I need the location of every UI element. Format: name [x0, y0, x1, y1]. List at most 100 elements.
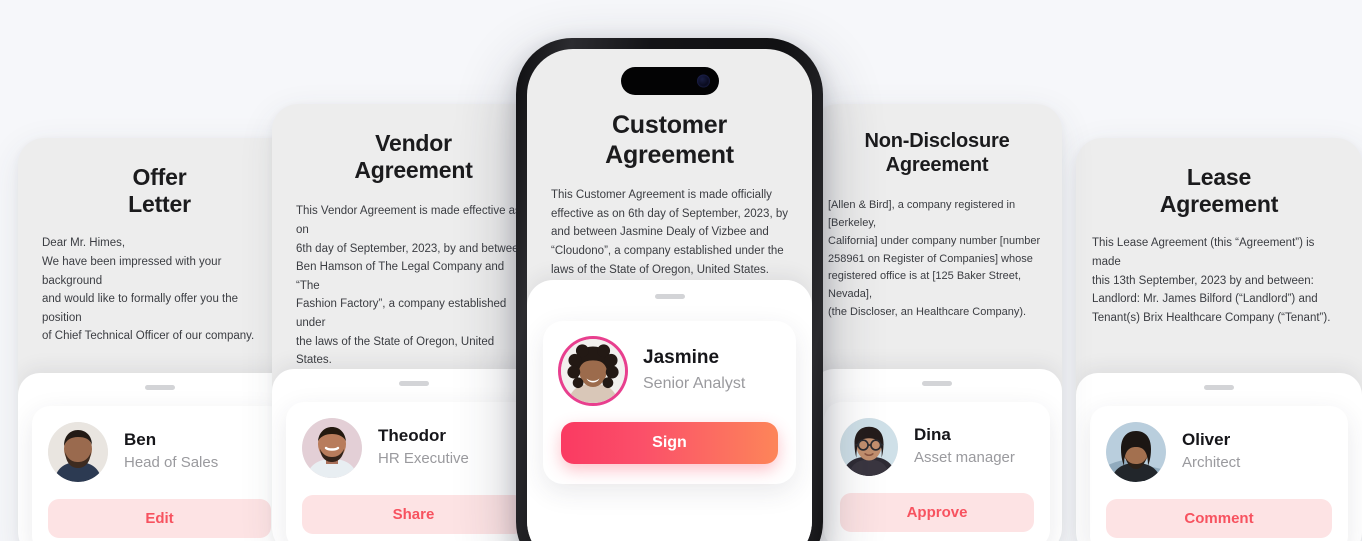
signer-info: Dina Asset manager	[914, 424, 1015, 468]
document-card-vendor-agreement[interactable]: Vendor Agreement This Vendor Agreement i…	[272, 104, 555, 541]
avatar	[48, 422, 108, 482]
avatar	[840, 418, 898, 476]
document-body-line: this 13th September, 2023 by and between…	[1092, 274, 1314, 287]
comment-button[interactable]: Comment	[1106, 499, 1332, 538]
female-avatar-glasses-icon	[840, 418, 898, 476]
document-title: Customer Agreement	[553, 111, 786, 170]
drag-handle-icon[interactable]	[144, 385, 175, 390]
document-card-lease-agreement[interactable]: Lease Agreement This Lease Agreement (th…	[1076, 138, 1362, 541]
document-body-line: California] under company number [number	[828, 234, 1041, 247]
document-title: Offer Letter	[44, 164, 275, 218]
document-body: Dear Mr. Himes, We have been impressed w…	[18, 234, 301, 346]
share-button[interactable]: Share	[302, 495, 525, 534]
document-title-line2: Agreement	[605, 140, 734, 169]
document-body-line: “Cloudono”, a company established under …	[551, 244, 784, 257]
document-header: Offer Letter	[18, 138, 301, 218]
document-body: This Customer Agreement is made official…	[527, 186, 812, 279]
approve-button[interactable]: Approve	[840, 493, 1034, 532]
document-body-line: [Allen & Bird], a company registered in …	[828, 199, 1016, 229]
bottom-sheet: Oliver Architect Comment	[1076, 373, 1362, 541]
document-body-line: 258961 on Register of Companies] whose	[828, 252, 1033, 265]
bottom-sheet: Jasmine Senior Analyst Sign	[527, 280, 812, 541]
document-body: [Allen & Bird], a company registered in …	[812, 197, 1062, 322]
document-body-line: Ben Hamson of The Legal Company and “The	[296, 261, 505, 292]
document-title: Lease Agreement	[1102, 164, 1336, 218]
signer-role: HR Executive	[378, 450, 469, 468]
bottom-sheet: Theodor HR Executive Share	[272, 369, 555, 541]
document-body-line: We have been impressed with your backgro…	[42, 255, 222, 287]
drag-handle-icon[interactable]	[654, 294, 685, 299]
signer-row: Jasmine Senior Analyst	[561, 339, 778, 403]
document-body-line: This Customer Agreement is made official…	[551, 189, 772, 201]
document-header: Vendor Agreement	[272, 104, 555, 184]
phone-device: Customer Agreement This Customer Agreeme…	[516, 38, 823, 541]
signer-row: Ben Head of Sales	[48, 422, 271, 482]
avatar	[302, 418, 362, 478]
document-title: Vendor Agreement	[298, 130, 529, 184]
signer-name: Dina	[914, 424, 951, 444]
drag-handle-icon[interactable]	[1204, 385, 1234, 390]
dynamic-island	[620, 67, 719, 95]
document-body-line: laws of the State of Oregon, United Stat…	[551, 263, 769, 276]
document-title-line2: Letter	[128, 191, 191, 218]
bottom-sheet: Ben Head of Sales Edit	[18, 373, 301, 541]
document-body-line: effective as on 6th day of September, 20…	[551, 207, 788, 220]
signer-card: Oliver Architect Comment	[1090, 406, 1348, 541]
signer-card: Theodor HR Executive Share	[286, 402, 541, 541]
document-header: Lease Agreement	[1076, 138, 1362, 218]
drag-handle-icon[interactable]	[922, 381, 952, 386]
signer-role: Architect	[1182, 454, 1241, 472]
document-body-line: and would like to formally offer you the…	[42, 293, 239, 324]
document-body-line: the laws of the State of Oregon, United …	[296, 335, 495, 367]
signer-row: Dina Asset manager	[840, 418, 1034, 476]
front-camera-icon	[696, 74, 710, 88]
document-body: This Vendor Agreement is made effective …	[272, 202, 555, 370]
male-avatar-beard-icon	[48, 422, 108, 482]
male-avatar-long-hair-icon	[1106, 422, 1166, 482]
bottom-sheet: Dina Asset manager Approve	[812, 369, 1062, 541]
showcase-stage: Offer Letter Dear Mr. Himes, We have bee…	[0, 0, 1362, 541]
document-title-line2: Agreement	[354, 157, 473, 184]
document-body-line: (the Discloser, an Healthcare Company).	[828, 306, 1027, 319]
document-title-line1: Lease	[1186, 164, 1252, 190]
document-body-line: Fashion Factory”, a company established …	[296, 298, 507, 329]
signer-card: Ben Head of Sales Edit	[32, 406, 287, 541]
document-title-line1: Vendor	[375, 130, 452, 156]
document-body-line: This Lease Agreement (this “Agreement”) …	[1092, 237, 1315, 268]
signer-row: Oliver Architect	[1106, 422, 1332, 482]
phone-screen[interactable]: Customer Agreement This Customer Agreeme…	[527, 49, 812, 541]
sign-button[interactable]: Sign	[561, 422, 778, 464]
signer-name: Theodor	[378, 425, 446, 445]
edit-button[interactable]: Edit	[48, 499, 271, 538]
document-card-offer-letter[interactable]: Offer Letter Dear Mr. Himes, We have bee…	[18, 138, 301, 541]
document-body-line: Tenant(s) Brix Healthcare Company (“Tena…	[1092, 311, 1331, 324]
document-body-line: This Vendor Agreement is made effective …	[296, 205, 521, 236]
document-body-line: Landlord: Mr. James Bilford (“Landlord”)…	[1092, 293, 1318, 306]
avatar	[1106, 422, 1166, 482]
avatar	[561, 339, 625, 403]
signer-info: Jasmine Senior Analyst	[643, 347, 746, 394]
drag-handle-icon[interactable]	[398, 381, 429, 386]
document-title-line2: Agreement	[885, 153, 989, 176]
signer-role: Asset manager	[914, 449, 1015, 467]
document-body: This Lease Agreement (this “Agreement”) …	[1076, 234, 1362, 327]
document-card-non-disclosure-agreement[interactable]: Non-Disclosure Agreement [Allen & Bird],…	[812, 104, 1062, 541]
document-title-line1: Non-Disclosure	[864, 130, 1010, 152]
signer-card: Dina Asset manager Approve	[824, 402, 1050, 541]
signer-info: Theodor HR Executive	[378, 425, 469, 469]
signer-info: Ben Head of Sales	[124, 430, 219, 473]
document-body-line: Dear Mr. Himes,	[42, 237, 126, 250]
signer-role: Senior Analyst	[643, 374, 746, 392]
signer-name: Oliver	[1182, 429, 1231, 449]
signer-card: Jasmine Senior Analyst Sign	[543, 321, 796, 484]
document-title: Non-Disclosure Agreement	[838, 130, 1036, 177]
document-title-line1: Offer	[132, 164, 187, 190]
document-title-line1: Customer	[611, 111, 728, 139]
document-body-line: registered office is at [125 Baker Stree…	[828, 270, 1022, 301]
document-body-line: of Chief Technical Officer of our compan…	[42, 330, 255, 343]
document-header: Non-Disclosure Agreement	[812, 104, 1062, 177]
signer-name: Jasmine	[643, 347, 720, 369]
signer-role: Head of Sales	[124, 454, 219, 472]
document-body-line: and between Jasmine Dealy of Vizbee and	[551, 226, 769, 239]
signer-info: Oliver Architect	[1182, 429, 1241, 473]
